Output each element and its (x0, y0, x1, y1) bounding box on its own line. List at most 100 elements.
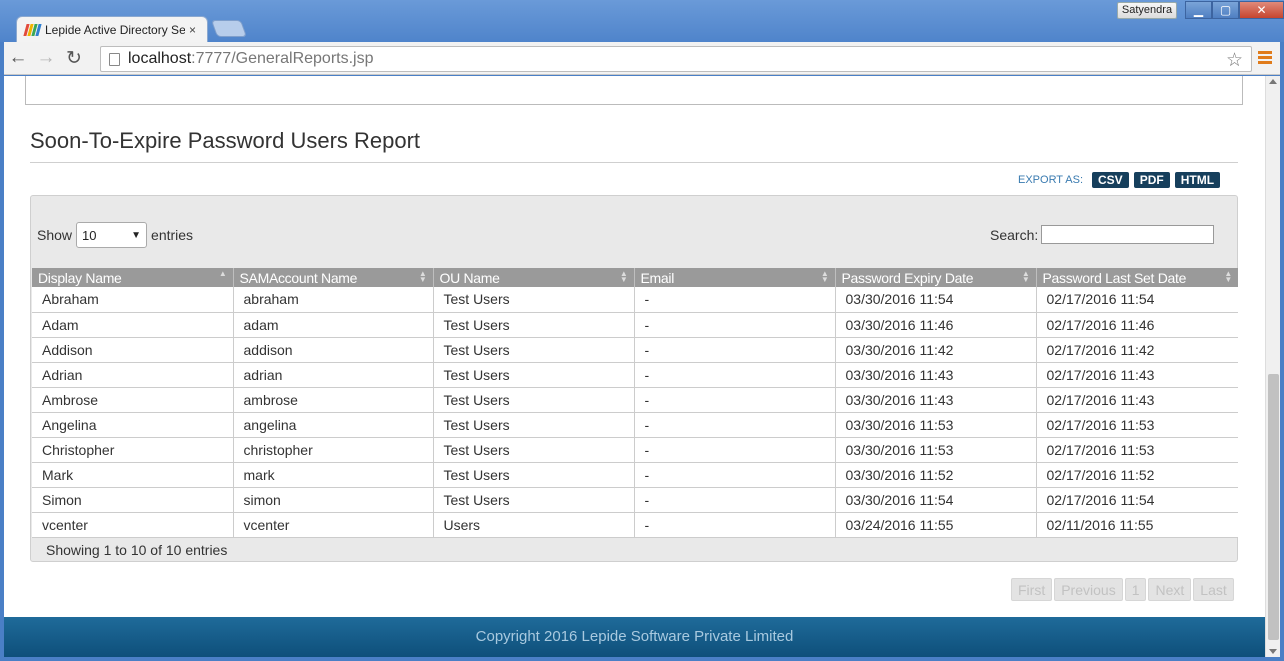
minimize-button[interactable]: ▁ (1185, 1, 1212, 19)
cell-last-set-date: 02/17/2016 11:43 (1036, 387, 1238, 413)
url-path: :7777/GeneralReports.jsp (191, 50, 374, 67)
reload-icon[interactable]: ↻ (60, 47, 88, 70)
close-icon[interactable]: × (189, 23, 196, 37)
cell-expiry-date: 03/30/2016 11:43 (835, 387, 1037, 413)
cell-email: - (634, 387, 836, 413)
column-header[interactable]: Password Last Set Date ▲ ▼ (1036, 268, 1238, 287)
scroll-down-icon[interactable] (1269, 649, 1277, 654)
sort-icon: ▲ ▼ (1224, 269, 1232, 284)
cell-sam-account: adrian (233, 362, 434, 388)
page-length-value: 10 (82, 227, 97, 243)
page-1-button[interactable]: 1 (1124, 578, 1147, 601)
page-icon (109, 52, 120, 66)
scroll-up-icon[interactable] (1269, 79, 1277, 84)
sort-icon: ▲ ▼ (619, 269, 628, 284)
vertical-scrollbar[interactable] (1265, 76, 1280, 657)
column-header[interactable]: Display Name ▲ (32, 268, 234, 287)
cell-email: - (634, 487, 836, 513)
cell-email: - (634, 512, 836, 538)
cell-email: - (634, 462, 836, 488)
copyright-text: Copyright 2016 Lepide Software Private L… (475, 628, 794, 645)
previous-page-button[interactable]: Previous (1054, 578, 1123, 601)
cell-display-name: Mark (32, 462, 234, 488)
cell-expiry-date: 03/30/2016 11:54 (835, 287, 1037, 313)
cell-sam-account: christopher (233, 437, 434, 463)
table-row: Christopher christopher Test Users -03/30/2… (32, 437, 1238, 463)
close-window-button[interactable]: ✕ (1239, 1, 1284, 19)
cell-ou-name: Test Users (433, 337, 635, 363)
star-icon[interactable]: ☆ (1226, 49, 1243, 72)
search-input[interactable] (1041, 225, 1215, 244)
table-row: Adam adam Test Users -03/30/2016 11:46 02/17… (32, 312, 1238, 338)
forward-icon[interactable]: → (32, 47, 60, 69)
cell-expiry-date: 03/30/2016 11:52 (835, 462, 1037, 488)
window-controls: ▁ ▢ ✕ (1185, 1, 1284, 19)
last-page-button[interactable]: Last (1193, 578, 1234, 601)
footer: Copyright 2016 Lepide Software Private L… (4, 617, 1265, 657)
column-header-label: Password Expiry Date (841, 269, 974, 286)
column-header[interactable]: Password Expiry Date ▲ ▼ (835, 268, 1037, 287)
column-header-label: Email (640, 269, 675, 286)
url-text[interactable]: localhost:7777/GeneralReports.jsp (128, 50, 373, 68)
first-page-button[interactable]: First (1011, 578, 1053, 601)
cell-display-name: Abraham (32, 287, 234, 313)
cell-expiry-date: 03/30/2016 11:46 (835, 312, 1037, 338)
cell-expiry-date: 03/30/2016 11:42 (835, 337, 1037, 363)
cell-display-name: Simon (32, 487, 234, 513)
cell-expiry-date: 03/30/2016 11:54 (835, 487, 1037, 513)
cell-email: - (634, 312, 836, 338)
dropdown-caret-icon: ▼ (131, 229, 142, 241)
column-header-label: Password Last Set Date (1042, 269, 1187, 286)
profile-user-badge[interactable]: Satyendra (1117, 2, 1177, 19)
export-csv-button[interactable]: CSV (1092, 172, 1129, 188)
cell-ou-name: Test Users (433, 362, 635, 388)
browser-toolbar: ← → ↻ localhost:7777/GeneralReports.jsp … (4, 42, 1280, 75)
scroll-thumb[interactable] (1268, 374, 1279, 640)
back-icon[interactable]: ← (4, 47, 32, 69)
table-row: Adrian adrian Test Users -03/30/2016 11:43 0… (32, 362, 1238, 388)
page-length-select[interactable]: 10 ▼ (76, 222, 148, 248)
table-row: Abraham abraham Test Users -03/30/2016 11:5… (32, 287, 1238, 313)
sort-icon: ▲ ▼ (820, 269, 829, 284)
cell-last-set-date: 02/17/2016 11:53 (1036, 412, 1238, 438)
cell-ou-name: Test Users (433, 487, 635, 513)
cell-last-set-date: 02/17/2016 11:52 (1036, 462, 1238, 488)
cell-expiry-date: 03/30/2016 11:53 (835, 412, 1037, 438)
export-pdf-button[interactable]: PDF (1133, 172, 1170, 188)
cell-display-name: Adrian (32, 362, 234, 388)
cell-expiry-date: 03/30/2016 11:53 (835, 437, 1037, 463)
new-tab-button[interactable] (210, 20, 248, 37)
next-page-button[interactable]: Next (1148, 578, 1192, 601)
length-suffix: entries (151, 227, 194, 243)
report-table-wrapper: Show 10 ▼ entries Search: Display Name ▲ … (30, 195, 1238, 562)
cell-sam-account: simon (233, 487, 434, 513)
sort-icon: ▲ ▼ (1021, 269, 1030, 284)
search-control: Search: (990, 225, 1215, 244)
column-header[interactable]: OU Name ▲ ▼ (433, 268, 635, 287)
cell-expiry-date: 03/24/2016 11:55 (835, 512, 1037, 538)
cell-ou-name: Test Users (433, 437, 635, 463)
cell-sam-account: adam (233, 312, 434, 338)
cell-ou-name: Test Users (433, 387, 635, 413)
maximize-button[interactable]: ▢ (1212, 1, 1239, 19)
cell-email: - (634, 287, 836, 313)
table-row: Angelina angelina Test Users -03/30/2016 11… (32, 412, 1238, 438)
cell-display-name: Christopher (32, 437, 234, 463)
cell-last-set-date: 02/17/2016 11:46 (1036, 312, 1238, 338)
favicon-icon (23, 23, 42, 37)
cell-last-set-date: 02/17/2016 11:54 (1036, 287, 1238, 313)
column-header[interactable]: SAMAccount Name ▲ ▼ (233, 268, 434, 287)
column-header-label: OU Name (439, 269, 500, 286)
search-label: Search: (990, 226, 1039, 243)
column-header[interactable]: Email ▲ ▼ (634, 268, 836, 287)
address-bar[interactable]: localhost:7777/GeneralReports.jsp ☆ (100, 46, 1252, 72)
cell-sam-account: addison (233, 337, 434, 363)
cell-display-name: Angelina (32, 412, 234, 438)
cell-ou-name: Test Users (433, 412, 635, 438)
menu-icon[interactable] (1258, 51, 1272, 66)
export-html-button[interactable]: HTML (1174, 172, 1221, 188)
browser-tab[interactable]: Lepide Active Directory Self Se × (16, 16, 208, 42)
cell-display-name: vcenter (32, 512, 234, 538)
cell-sam-account: ambrose (233, 387, 434, 413)
cell-ou-name: Test Users (433, 312, 635, 338)
